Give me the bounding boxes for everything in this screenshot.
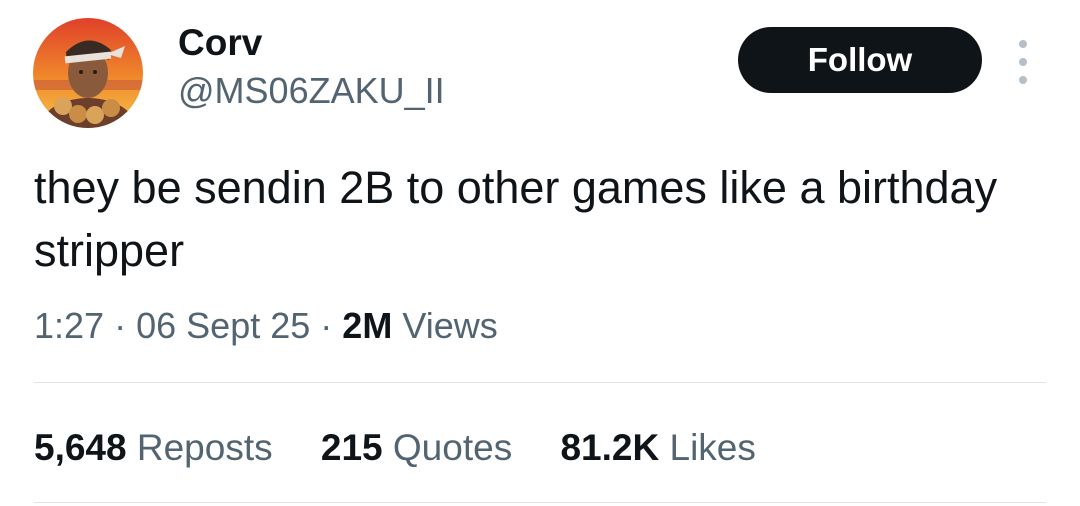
stat-label: Quotes [392, 427, 513, 468]
handle[interactable]: @MS06ZAKU_II [178, 70, 445, 112]
tweet-meta: 1:27 · 06 Sept 25 · 2M Views [34, 302, 498, 350]
views-label: Views [402, 305, 498, 346]
engagement-stats: 5,648 Reposts 215 Quotes 81.2K Likes [34, 422, 794, 474]
stat-label: Likes [669, 427, 756, 468]
display-name[interactable]: Corv [178, 22, 262, 64]
stat-label: Reposts [136, 427, 273, 468]
more-dot [1019, 58, 1027, 66]
stat-likes[interactable]: 81.2K Likes [560, 422, 755, 474]
more-dot [1019, 40, 1027, 48]
stat-count: 215 [320, 427, 383, 468]
stat-count: 5,648 [34, 427, 127, 468]
stat-quotes[interactable]: 215 Quotes [321, 422, 512, 474]
tweet-time[interactable]: 1:27 [34, 305, 104, 346]
follow-button[interactable]: Follow [738, 27, 982, 93]
meta-separator: · [320, 305, 333, 346]
more-dot [1019, 76, 1027, 84]
meta-separator: · [114, 305, 127, 346]
stat-reposts[interactable]: 5,648 Reposts [34, 422, 273, 474]
divider [34, 502, 1046, 503]
more-vertical-icon[interactable] [1009, 40, 1037, 84]
stat-count: 81.2K [560, 427, 660, 468]
avatar[interactable] [33, 18, 143, 128]
views-count: 2M [342, 305, 393, 346]
tweet-text: they be sendin 2B to other games like a … [34, 162, 998, 276]
tweet-date[interactable]: 06 Sept 25 [136, 305, 310, 346]
divider [34, 382, 1046, 383]
avatar-image [33, 18, 143, 128]
